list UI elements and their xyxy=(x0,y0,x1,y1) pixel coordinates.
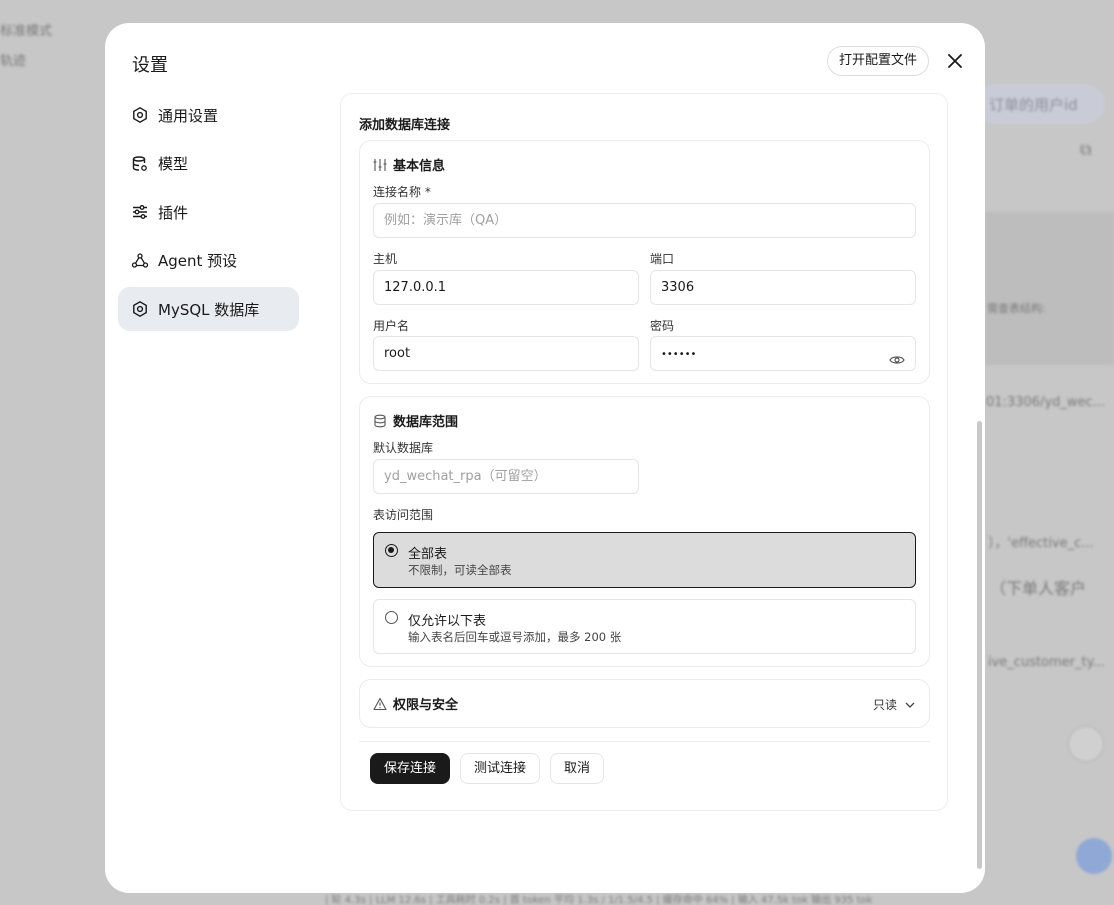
connection-name-label: 连接名称 * xyxy=(373,185,431,199)
warning-icon xyxy=(373,697,387,711)
cancel-button[interactable]: 取消 xyxy=(550,753,605,784)
sliders-icon xyxy=(131,203,149,221)
bg-side-text-5: ive_customer_ty... xyxy=(988,655,1105,670)
bg-panel: 需查表结构: xyxy=(985,212,1114,365)
settings-modal: 设置 打开配置文件 通用设置 模型 插件 Agent 预设 MySQL 数据库 … xyxy=(105,23,985,893)
bg-trace-label: 轨迹 xyxy=(0,54,27,69)
agent-icon xyxy=(131,252,149,270)
mysql-settings-panel: 添加数据库连接 基本信息 连接名称 * 例如：演示库（QA） 主机 127.0.… xyxy=(340,93,948,811)
sidebar-item-general[interactable]: 通用设置 xyxy=(118,93,299,137)
sidebar-item-mysql[interactable]: MySQL 数据库 xyxy=(118,287,299,331)
bg-mode-label: 标准模式 xyxy=(0,24,53,39)
bg-side-text-1: 需查表结构: xyxy=(987,302,1046,315)
gear-icon xyxy=(131,106,149,124)
port-label: 端口 xyxy=(650,252,675,266)
sliders-vertical-icon xyxy=(373,158,387,172)
scope-option-allowlist[interactable]: 仅允许以下表 输入表名后回车或逗号添加，最多 200 张 xyxy=(373,599,916,654)
sidebar-item-label: 通用设置 xyxy=(158,106,219,125)
sidebar-item-agent-presets[interactable]: Agent 预设 xyxy=(118,239,299,283)
bg-side-text-2: 01:3306/yd_wec... xyxy=(986,395,1106,410)
basic-info-title: 基本信息 xyxy=(393,159,446,174)
basic-info-heading: 基本信息 xyxy=(373,155,445,174)
permission-title: 权限与安全 xyxy=(393,698,459,713)
sidebar-item-label: 模型 xyxy=(158,155,189,173)
host-label: 主机 xyxy=(373,252,398,266)
save-connection-button[interactable]: 保存连接 xyxy=(370,753,451,784)
form-title: 添加数据库连接 xyxy=(359,118,451,133)
password-input[interactable]: •••••• xyxy=(650,336,916,371)
table-scope-label: 表访问范围 xyxy=(373,508,434,522)
close-button[interactable] xyxy=(944,50,966,72)
option-title: 全部表 xyxy=(408,547,448,562)
database-scope-heading: 数据库范围 xyxy=(373,411,458,430)
port-input[interactable]: 3306 xyxy=(650,270,916,305)
radio-unselected-icon xyxy=(385,611,398,624)
bg-side-text-4: （下单人客户 xyxy=(990,579,1087,598)
username-input[interactable]: root xyxy=(373,336,639,371)
bg-copy-icon: ⧉ xyxy=(1080,140,1092,159)
sidebar-item-label: Agent 预设 xyxy=(158,252,238,270)
default-db-input[interactable]: yd_wechat_rpa（可留空） xyxy=(373,459,639,494)
host-input[interactable]: 127.0.0.1 xyxy=(373,270,639,305)
actions-divider xyxy=(359,741,930,742)
bg-chat-chip: 订单的用户id xyxy=(975,84,1105,124)
chevron-down-icon xyxy=(905,702,915,708)
permission-security-card[interactable]: 权限与安全 只读 xyxy=(359,679,930,728)
bg-send-button xyxy=(1076,838,1112,874)
option-desc: 不限制，可读全部表 xyxy=(408,563,512,577)
close-icon xyxy=(948,54,962,68)
scope-option-all-tables[interactable]: 全部表 不限制，可读全部表 xyxy=(373,532,916,588)
option-title: 仅允许以下表 xyxy=(408,614,487,629)
password-value: •••••• xyxy=(661,349,697,360)
connection-name-input[interactable]: 例如：演示库（QA） xyxy=(373,203,916,238)
permission-mode-value: 只读 xyxy=(872,698,897,712)
modal-title: 设置 xyxy=(132,55,168,76)
settings-sidebar: 通用设置 模型 插件 Agent 预设 MySQL 数据库 xyxy=(118,93,299,336)
bg-scroll-down-button xyxy=(1068,726,1104,762)
sidebar-item-label: MySQL 数据库 xyxy=(158,300,260,319)
database-scope-card: 数据库范围 默认数据库 yd_wechat_rpa（可留空） 表访问范围 全部表… xyxy=(359,396,930,667)
scrollbar[interactable] xyxy=(977,421,982,869)
default-db-label: 默认数据库 xyxy=(373,441,434,455)
radio-selected-icon xyxy=(385,544,398,557)
open-config-button[interactable]: 打开配置文件 xyxy=(827,46,930,76)
test-connection-button[interactable]: 测试连接 xyxy=(460,753,541,784)
eye-icon[interactable] xyxy=(889,347,905,364)
permission-mode-dropdown[interactable]: 只读 xyxy=(873,696,915,713)
option-desc: 输入表名后回车或逗号添加，最多 200 张 xyxy=(408,630,622,644)
bg-side-text-3: 〕，'effective_c... xyxy=(988,536,1094,551)
database-icon xyxy=(131,155,149,173)
database-scope-title: 数据库范围 xyxy=(393,415,459,430)
sidebar-item-model[interactable]: 模型 xyxy=(118,142,299,186)
sidebar-item-plugins[interactable]: 插件 xyxy=(118,190,299,234)
basic-info-card: 基本信息 连接名称 * 例如：演示库（QA） 主机 127.0.0.1 端口 3… xyxy=(359,140,930,384)
password-label: 密码 xyxy=(650,319,675,333)
database-icon xyxy=(373,414,387,428)
sidebar-item-label: 插件 xyxy=(158,203,189,222)
gear-icon xyxy=(131,300,149,318)
bg-footer-stats: | 轮 4.3s | LLM 12.6s | 工具耗时 0.2s | 首 tok… xyxy=(325,895,873,905)
permission-heading: 权限与安全 xyxy=(373,694,458,713)
username-label: 用户名 xyxy=(373,319,410,333)
